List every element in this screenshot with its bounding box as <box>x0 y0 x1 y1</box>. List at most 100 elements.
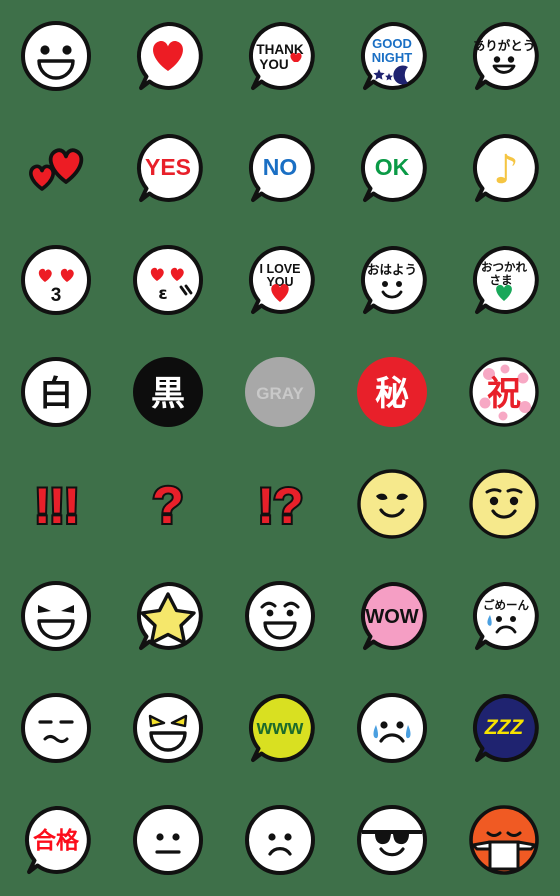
sticker-cell-heart-bubble[interactable] <box>112 0 224 112</box>
i-love-you-line-1: I LOVE <box>260 262 301 276</box>
sticker-cell-goukaku-pass-bubble[interactable]: 合格 <box>0 784 112 896</box>
sticker-cell-i-love-you-bubble[interactable]: I LOVE YOU <box>224 224 336 336</box>
wow-text: WOW <box>365 606 418 628</box>
sticker-cell-yes-bubble[interactable]: YES <box>112 112 224 224</box>
heart-eyes-kiss-face-icon: 3 <box>17 241 95 319</box>
sticker-cell-sunglasses-face[interactable] <box>336 784 448 896</box>
crying-face-icon <box>353 689 431 767</box>
two-hearts-icon <box>17 129 95 207</box>
zzz-bubble-icon: ZZZ <box>465 689 543 767</box>
thank-you-line-2: YOU <box>259 57 288 72</box>
thank-you-bubble-icon: THANK YOU <box>241 17 319 95</box>
sticker-cell-relieved-grin-face[interactable] <box>224 560 336 672</box>
sticker-cell-mischievous-grin-face[interactable] <box>0 560 112 672</box>
goukaku-pass-bubble-icon: 合格 <box>17 801 95 879</box>
shiro-kanji: 白 <box>39 374 73 414</box>
sticker-cell-heart-eyes-kiss-face[interactable]: 3 <box>0 224 112 336</box>
ohayou-text: おはよう <box>367 262 417 277</box>
kuro-black-badge-icon: 黒 <box>129 353 207 431</box>
yellow-eyebrow-face-icon <box>465 465 543 543</box>
sticker-cell-gray-badge[interactable]: GRAY <box>224 336 336 448</box>
music-note-glyph: ♪ <box>493 147 519 193</box>
sticker-cell-himitsu-secret-badge[interactable]: 秘 <box>336 336 448 448</box>
smiley-open-grin-icon <box>17 17 95 95</box>
good-night-line-2: NIGHT <box>372 50 413 65</box>
no-text: NO <box>263 154 298 180</box>
gray-badge-icon: GRAY <box>241 353 319 431</box>
sticker-cell-unamused-face[interactable] <box>0 672 112 784</box>
ok-text: OK <box>375 154 410 180</box>
sticker-cell-question-mark[interactable]: ? <box>112 448 224 560</box>
relieved-grin-face-icon <box>241 577 319 655</box>
star-bubble-icon <box>129 577 207 655</box>
good-night-bubble-icon: GOOD NIGHT <box>353 17 431 95</box>
www-text: www <box>256 717 304 739</box>
sticker-cell-neutral-face[interactable] <box>112 784 224 896</box>
sticker-cell-heart-eyes-blush-face[interactable]: ε <box>112 224 224 336</box>
sticker-cell-shiro-white-badge[interactable]: 白 <box>0 336 112 448</box>
yellow-smirk-face-icon <box>353 465 431 543</box>
sticker-cell-thank-you-bubble[interactable]: THANK YOU <box>224 0 336 112</box>
sticker-cell-crying-face[interactable] <box>336 672 448 784</box>
zzz-text: ZZZ <box>484 716 525 739</box>
www-bubble-icon: www <box>241 689 319 767</box>
sticker-cell-wow-bubble[interactable]: WOW <box>336 560 448 672</box>
mischievous-grin-face-icon <box>17 577 95 655</box>
yes-bubble-icon: YES <box>129 129 207 207</box>
question-mark-icon: ? <box>129 465 207 543</box>
sticker-cell-interrobang[interactable]: !? <box>224 448 336 560</box>
sticker-cell-smiley-open-grin[interactable] <box>0 0 112 112</box>
sticker-cell-good-night-bubble[interactable]: GOOD NIGHT <box>336 0 448 112</box>
sticker-cell-www-bubble[interactable]: www <box>224 672 336 784</box>
i-love-you-line-2: YOU <box>266 275 293 289</box>
heart-eyes-blush-face-icon: ε <box>129 241 207 319</box>
sticker-cell-triple-exclamation[interactable]: !!! <box>0 448 112 560</box>
sticker-cell-otsukaresama-bubble[interactable]: おつかれ さま <box>448 224 560 336</box>
sticker-cell-star-bubble[interactable] <box>112 560 224 672</box>
i-love-you-bubble-icon: I LOVE YOU <box>241 241 319 319</box>
yes-text: YES <box>145 154 191 180</box>
good-night-line-1: GOOD <box>372 36 412 51</box>
sticker-cell-yellow-smirk-face[interactable] <box>336 448 448 560</box>
kiss-mouth-glyph: 3 <box>51 285 62 306</box>
sticker-cell-devil-grin-face[interactable] <box>112 672 224 784</box>
ok-bubble-icon: OK <box>353 129 431 207</box>
sticker-cell-ohayou-bubble[interactable]: おはよう <box>336 224 448 336</box>
iwai-celebrate-badge-icon: 祝 <box>465 353 543 431</box>
question-mark-glyph: ? <box>152 477 184 535</box>
sunglasses-face-icon <box>353 801 431 879</box>
wow-bubble-icon: WOW <box>353 577 431 655</box>
unamused-face-icon <box>17 689 95 767</box>
sticker-cell-zzz-bubble[interactable]: ZZZ <box>448 672 560 784</box>
sticker-grid: THANK YOU GOOD NIGHT ありがとう YES NO OK ♪ 3… <box>0 0 560 896</box>
iwai-kanji: 祝 <box>487 374 521 414</box>
sticker-cell-kuro-black-badge[interactable]: 黒 <box>112 336 224 448</box>
sticker-cell-iwai-celebrate-badge[interactable]: 祝 <box>448 336 560 448</box>
sticker-cell-music-note-bubble[interactable]: ♪ <box>448 112 560 224</box>
music-note-bubble-icon: ♪ <box>465 129 543 207</box>
goukaku-kanji: 合格 <box>33 827 80 854</box>
heart-bubble-icon <box>129 17 207 95</box>
gomen-text: ごめーん <box>483 598 529 612</box>
sticker-cell-yellow-eyebrow-face[interactable] <box>448 448 560 560</box>
frowning-face-icon <box>241 801 319 879</box>
triple-exclamation-glyph: !!! <box>34 478 78 534</box>
no-bubble-icon: NO <box>241 129 319 207</box>
sticker-cell-gomen-bubble[interactable]: ごめーん <box>448 560 560 672</box>
sticker-cell-frowning-face[interactable] <box>224 784 336 896</box>
gomen-bubble-icon: ごめーん <box>465 577 543 655</box>
shiro-white-badge-icon: 白 <box>17 353 95 431</box>
otsukaresama-line-1: おつかれ <box>481 260 527 274</box>
himitsu-secret-badge-icon: 秘 <box>353 353 431 431</box>
neutral-face-icon <box>129 801 207 879</box>
triple-exclamation-icon: !!! <box>17 465 95 543</box>
otsukaresama-line-2: さま <box>490 273 513 287</box>
arigatou-text: ありがとう <box>473 38 536 53</box>
sticker-cell-two-hearts[interactable] <box>0 112 112 224</box>
sticker-cell-sick-mask-face[interactable] <box>448 784 560 896</box>
interrobang-glyph: !? <box>257 478 302 534</box>
sticker-cell-arigatou-bubble[interactable]: ありがとう <box>448 0 560 112</box>
sticker-cell-no-bubble[interactable]: NO <box>224 112 336 224</box>
kuro-kanji: 黒 <box>151 374 185 414</box>
sticker-cell-ok-bubble[interactable]: OK <box>336 112 448 224</box>
